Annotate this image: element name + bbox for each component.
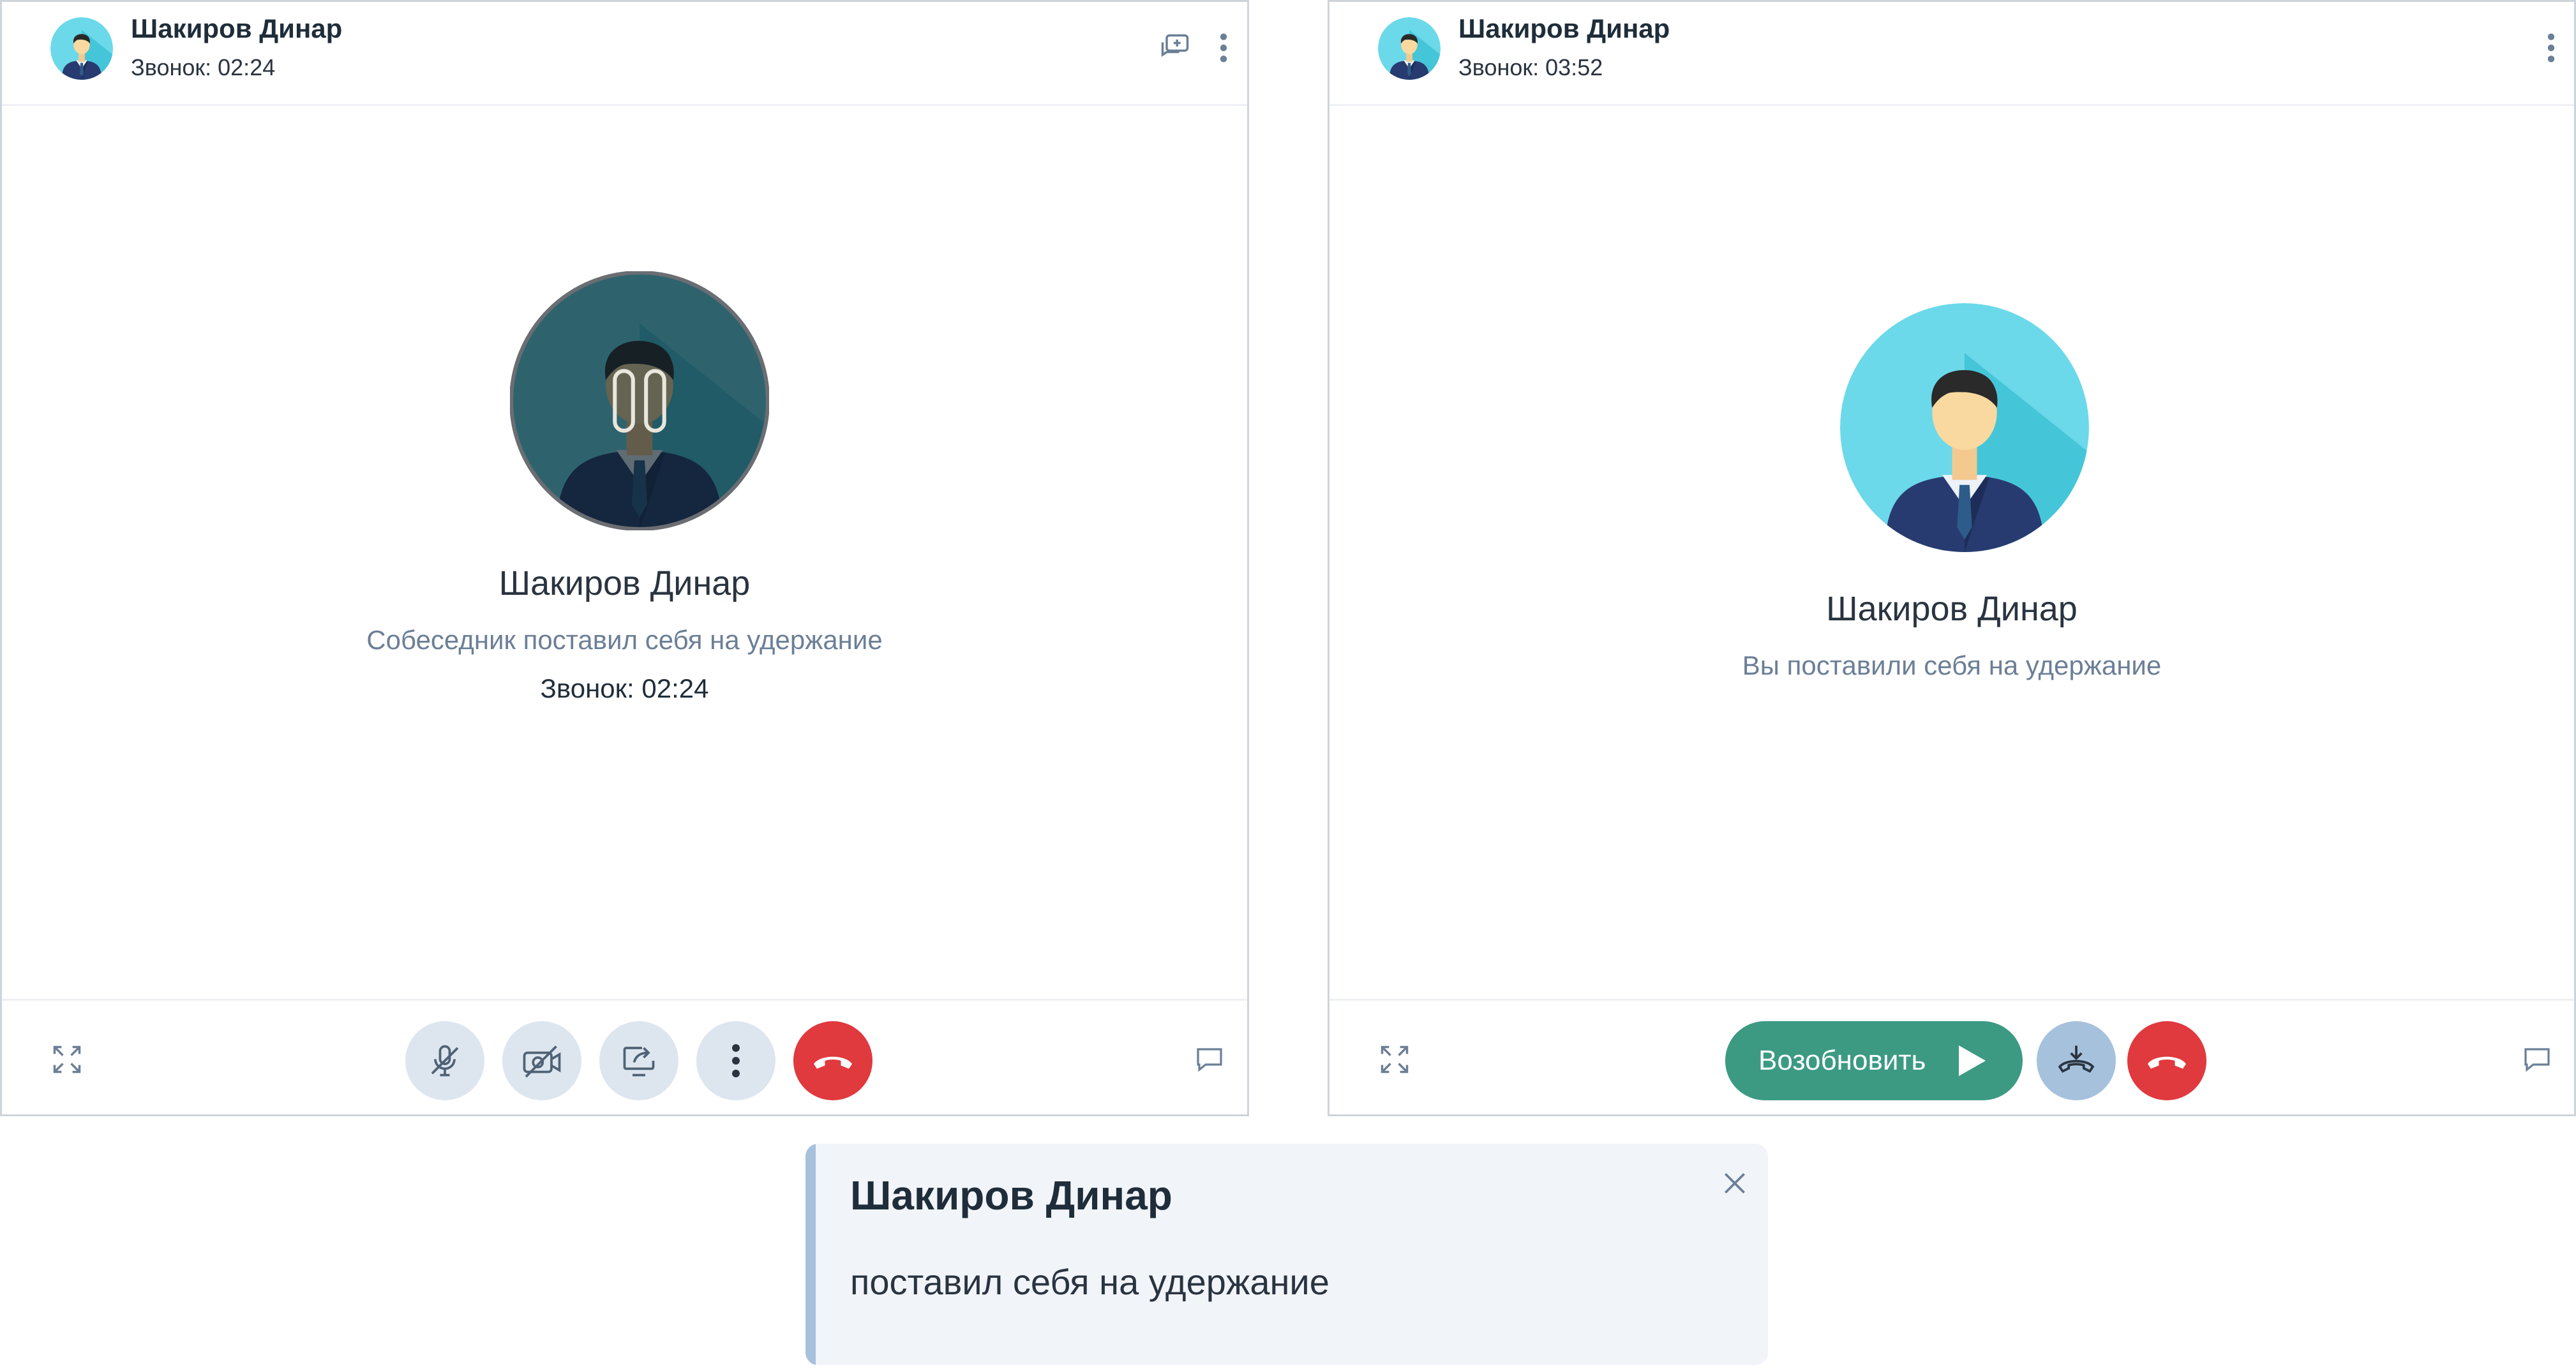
hangup-icon — [2148, 1056, 2186, 1069]
close-icon — [1725, 1173, 1745, 1193]
notification-title: Шакиров Динар — [850, 1172, 1172, 1218]
caller-name: Шакиров Динар — [1458, 13, 1670, 43]
chat-icon — [2524, 1048, 2550, 1072]
mute-mic-button[interactable] — [405, 1021, 484, 1100]
chat-add-button[interactable] — [1155, 27, 1195, 68]
screen-share-icon — [623, 1047, 655, 1077]
fullscreen-icon — [53, 1045, 81, 1074]
video-off-icon — [523, 1045, 561, 1078]
caller-avatar-small[interactable] — [1378, 17, 1441, 80]
more-actions-button[interactable] — [696, 1021, 775, 1100]
call-timer: Звонок: 02:24 — [540, 673, 709, 703]
caller-avatar-large — [1840, 303, 2089, 552]
chat-add-icon — [1161, 34, 1189, 57]
call-header: Шакиров Динар Звонок: 03:52 — [1329, 2, 2574, 106]
caller-avatar-small[interactable] — [50, 17, 113, 80]
more-menu-button[interactable] — [2531, 27, 2572, 68]
call-controls — [2, 999, 1247, 1114]
hangup-button[interactable] — [793, 1021, 872, 1100]
chat-icon — [1197, 1048, 1222, 1072]
notification-close-button[interactable] — [1716, 1164, 1754, 1202]
more-menu-button[interactable] — [1203, 27, 1244, 68]
fullscreen-button[interactable] — [47, 1039, 87, 1080]
caller-name-large: Шакиров Динар — [498, 564, 751, 602]
resume-label: Возобновить — [1758, 1045, 1926, 1076]
hangup-icon — [814, 1056, 852, 1069]
call-duration: Звонок: 02:24 — [131, 54, 276, 80]
hold-status: Собеседник поставил себя на удержание — [366, 625, 883, 655]
fullscreen-icon — [1381, 1045, 1409, 1074]
call-controls: Возобновить — [1329, 999, 2574, 1114]
caller-name-large: Шакиров Динар — [1826, 590, 2078, 628]
call-duration: Звонок: 03:52 — [1458, 54, 1603, 80]
resume-call-button[interactable]: Возобновить — [1725, 1021, 2023, 1100]
hangup-button[interactable] — [2127, 1021, 2206, 1100]
hold-status: Вы поставили себя на удержание — [1742, 650, 2162, 680]
fullscreen-button[interactable] — [1374, 1039, 1415, 1080]
more-vertical-icon — [1220, 33, 1227, 63]
pause-icon — [613, 369, 666, 433]
notification-accent-bar — [805, 1144, 816, 1365]
call-window-right: Шакиров Динар Звонок: 03:52 Шакиров Дина… — [1328, 0, 2576, 1116]
chat-button[interactable] — [2517, 1039, 2557, 1080]
call-window-left: Шакиров Динар Звонок: 02:24 Шакиров Дина… — [0, 0, 1249, 1116]
caller-name: Шакиров Динар — [131, 13, 343, 43]
screen-share-button[interactable] — [599, 1021, 678, 1100]
chat-button[interactable] — [1189, 1039, 1230, 1080]
notification-message: поставил себя на удержание — [850, 1262, 1329, 1302]
mic-off-icon — [431, 1045, 459, 1077]
call-header: Шакиров Динар Звонок: 02:24 — [2, 2, 1247, 106]
more-icon — [732, 1044, 740, 1077]
transfer-call-button[interactable] — [2037, 1021, 2116, 1100]
camera-off-button[interactable] — [502, 1021, 581, 1100]
play-icon — [1959, 1045, 1986, 1076]
transfer-call-icon — [2058, 1045, 2095, 1073]
hold-notification: Шакиров Динар поставил себя на удержание — [805, 1144, 1768, 1365]
more-vertical-icon — [2547, 33, 2555, 63]
caller-avatar-on-hold — [509, 270, 770, 532]
